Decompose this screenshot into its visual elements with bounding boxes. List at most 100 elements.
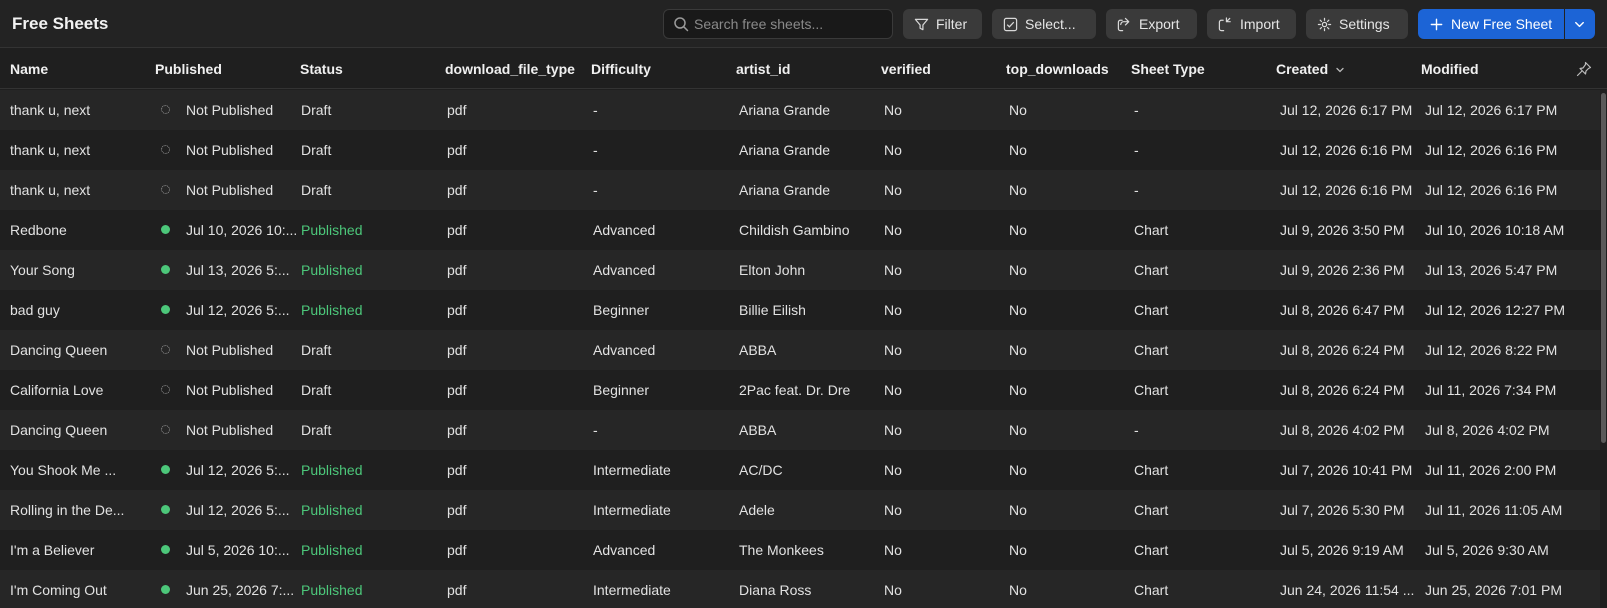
- scrollbar[interactable]: [1600, 90, 1607, 608]
- settings-button[interactable]: Settings: [1306, 9, 1408, 39]
- cell-top-downloads: No: [1009, 422, 1027, 438]
- cell-name: California Love: [10, 382, 104, 398]
- cell-modified: Jul 12, 2026 6:17 PM: [1425, 102, 1558, 118]
- cell-download-file-type: pdf: [447, 342, 467, 358]
- table-row[interactable]: Rolling in the De... Jul 12, 2026 5:... Pu…: [0, 490, 1600, 530]
- cell-artist-id: 2Pac feat. Dr. Dre: [739, 382, 851, 398]
- cell-verified: No: [884, 102, 902, 118]
- import-icon: [1218, 16, 1231, 31]
- cell-download-file-type: pdf: [447, 142, 467, 158]
- column-header-created[interactable]: Created: [1276, 61, 1346, 77]
- cell-status: Published: [301, 502, 363, 518]
- table-row[interactable]: Dancing Queen Not Published Draft pdf - ABBA N…: [0, 410, 1600, 450]
- import-button[interactable]: Import: [1207, 9, 1296, 39]
- column-header-sheet-type[interactable]: Sheet Type: [1131, 61, 1205, 77]
- cell-difficulty: -: [593, 142, 598, 158]
- cell-download-file-type: pdf: [447, 302, 467, 318]
- search-input[interactable]: [694, 10, 889, 38]
- cell-artist-id: Ariana Grande: [739, 102, 831, 118]
- cell-modified: Jul 11, 2026 2:00 PM: [1425, 462, 1557, 478]
- cell-sheet-type: Chart: [1134, 542, 1169, 558]
- cell-published: Not Published: [186, 342, 274, 358]
- cell-status: Published: [301, 542, 363, 558]
- cell-published: Not Published: [186, 182, 274, 198]
- new-options-button[interactable]: [1565, 9, 1595, 39]
- column-header-top-downloads[interactable]: top_downloads: [1006, 61, 1109, 77]
- select-button[interactable]: Select...: [992, 9, 1096, 39]
- cell-top-downloads: No: [1009, 342, 1027, 358]
- new-free-sheet-button[interactable]: New Free Sheet: [1418, 9, 1564, 39]
- cell-status: Published: [301, 222, 363, 238]
- table-row[interactable]: I'm Coming Out Jun 25, 2026 7:... Publishe…: [0, 570, 1600, 608]
- table-row[interactable]: thank u, next Not Published Draft pdf - Arian…: [0, 90, 1600, 130]
- cell-verified: No: [884, 462, 902, 478]
- table-row[interactable]: thank u, next Not Published Draft pdf - Arian…: [0, 130, 1600, 170]
- export-button[interactable]: Export: [1106, 9, 1197, 39]
- column-header-download-file-type[interactable]: download_file_type: [445, 61, 575, 77]
- column-header-status[interactable]: Status: [300, 61, 343, 77]
- cell-name: You Shook Me ...: [10, 462, 117, 478]
- filter-button[interactable]: Filter: [903, 9, 982, 39]
- column-header-modified[interactable]: Modified: [1421, 61, 1479, 77]
- published-status-dot: [161, 585, 170, 594]
- new-free-sheet-label: New Free Sheet: [1451, 16, 1553, 32]
- cell-top-downloads: No: [1009, 382, 1027, 398]
- cell-difficulty: -: [593, 102, 598, 118]
- cell-status: Published: [301, 582, 363, 598]
- cell-name: thank u, next: [10, 182, 91, 198]
- cell-modified: Jul 11, 2026 11:05 AM: [1425, 502, 1563, 518]
- cell-download-file-type: pdf: [447, 542, 467, 558]
- plus-icon: [1430, 18, 1443, 30]
- search-box[interactable]: [663, 9, 893, 39]
- column-header-difficulty[interactable]: Difficulty: [591, 61, 651, 77]
- cell-verified: No: [884, 182, 902, 198]
- cell-difficulty: Advanced: [593, 222, 656, 238]
- table-row[interactable]: thank u, next Not Published Draft pdf - Arian…: [0, 170, 1600, 210]
- cell-published: Not Published: [186, 142, 274, 158]
- cell-modified: Jul 12, 2026 12:27 PM: [1425, 302, 1566, 318]
- table-header: Name Published Status download_file_type…: [0, 49, 1607, 89]
- cell-top-downloads: No: [1009, 142, 1027, 158]
- cell-artist-id: Ariana Grande: [739, 142, 831, 158]
- cell-sheet-type: -: [1134, 102, 1139, 118]
- cell-artist-id: ABBA: [739, 342, 777, 358]
- table-row[interactable]: Your Song Jul 13, 2026 5:... Published pdf A…: [0, 250, 1600, 290]
- column-header-name[interactable]: Name: [10, 61, 48, 77]
- cell-sheet-type: Chart: [1134, 502, 1169, 518]
- cell-created: Jul 9, 2026 3:50 PM: [1280, 222, 1405, 238]
- cell-modified: Jun 25, 2026 7:01 PM: [1425, 582, 1562, 598]
- cell-verified: No: [884, 422, 902, 438]
- column-header-published[interactable]: Published: [155, 61, 222, 77]
- cell-name: thank u, next: [10, 142, 91, 158]
- cell-artist-id: Diana Ross: [739, 582, 812, 598]
- cell-modified: Jul 12, 2026 8:22 PM: [1425, 342, 1558, 358]
- cell-status: Published: [301, 262, 363, 278]
- table-row[interactable]: I'm a Believer Jul 5, 2026 10:... Publishe…: [0, 530, 1600, 570]
- column-header-verified[interactable]: verified: [881, 61, 931, 77]
- cell-verified: No: [884, 382, 902, 398]
- cell-difficulty: Beginner: [593, 382, 650, 398]
- column-header-artist-id[interactable]: artist_id: [736, 61, 790, 77]
- table-row[interactable]: California Love Not Published Draft pdf Begi…: [0, 370, 1600, 410]
- table-row[interactable]: Dancing Queen Not Published Draft pdf Advanc…: [0, 330, 1600, 370]
- cell-created: Jul 7, 2026 10:41 PM: [1280, 462, 1413, 478]
- cell-name: I'm Coming Out: [10, 582, 107, 598]
- unpublished-status-dot: [161, 105, 170, 114]
- cell-top-downloads: No: [1009, 222, 1027, 238]
- table-row[interactable]: bad guy Jul 12, 2026 5:... Published pdf Beg…: [0, 290, 1600, 330]
- unpublished-status-dot: [161, 345, 170, 354]
- cell-name: Rolling in the De...: [10, 502, 125, 518]
- cell-download-file-type: pdf: [447, 102, 467, 118]
- cell-sheet-type: Chart: [1134, 302, 1169, 318]
- cell-difficulty: Intermediate: [593, 462, 671, 478]
- table-row[interactable]: You Shook Me ... Jul 12, 2026 5:... Publis…: [0, 450, 1600, 490]
- cell-status: Published: [301, 462, 363, 478]
- table-row[interactable]: Redbone Jul 10, 2026 10:... Published pdf Ad…: [0, 210, 1600, 250]
- pin-icon[interactable]: [1576, 61, 1592, 77]
- search-icon: [674, 17, 689, 32]
- cell-status: Draft: [301, 102, 332, 118]
- scrollbar-thumb[interactable]: [1601, 93, 1606, 443]
- cell-created: Jul 7, 2026 5:30 PM: [1280, 502, 1405, 518]
- cell-name: Your Song: [10, 262, 75, 278]
- cell-top-downloads: No: [1009, 262, 1027, 278]
